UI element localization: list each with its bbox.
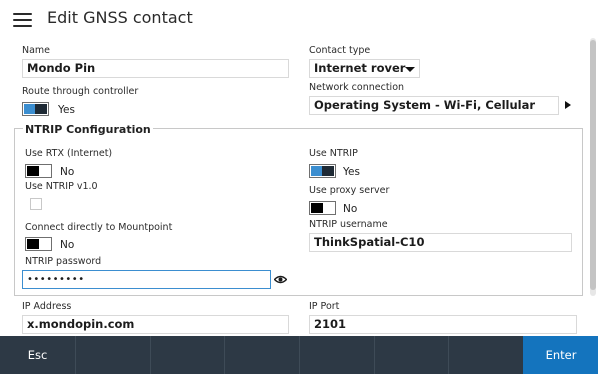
contact-type-value: Internet rover (314, 61, 406, 75)
connect-direct-state: No (60, 239, 75, 251)
enter-button-label: Enter (545, 348, 577, 362)
name-field[interactable]: Mondo Pin (22, 59, 289, 78)
enter-button[interactable]: Enter (523, 336, 598, 374)
ntrip-password-field[interactable]: ••••••••• (22, 270, 271, 289)
ip-address-label: IP Address (22, 301, 72, 312)
use-ntrip-state: Yes (343, 166, 360, 178)
ip-port-label: IP Port (309, 301, 340, 312)
ntrip-username-label: NTRIP username (309, 219, 388, 230)
eye-icon[interactable] (274, 275, 287, 284)
caret-down-icon (405, 67, 415, 72)
scrollbar-track[interactable] (590, 38, 596, 296)
network-connection-label: Network connection (309, 82, 405, 93)
ntrip-username-field[interactable]: ThinkSpatial-C10 (309, 233, 572, 252)
use-rtx-state: No (60, 166, 75, 178)
hamburger-menu-icon[interactable] (13, 13, 32, 27)
contact-type-label: Contact type (309, 45, 371, 56)
esc-button[interactable]: Esc (0, 336, 75, 374)
use-ntrip-toggle[interactable] (309, 164, 336, 178)
scrollbar-thumb[interactable] (590, 40, 596, 290)
esc-button-label: Esc (27, 348, 48, 362)
contact-type-dropdown[interactable]: Internet rover (309, 59, 420, 78)
use-proxy-label: Use proxy server (309, 185, 390, 196)
connect-direct-toggle[interactable] (25, 237, 52, 251)
page-title: Edit GNSS contact (47, 8, 193, 27)
use-proxy-state: No (343, 203, 358, 215)
network-connection-field[interactable]: Operating System - Wi-Fi, Cellular (309, 96, 559, 115)
softkey-5[interactable] (299, 336, 374, 374)
use-rtx-label: Use RTX (Internet) (25, 148, 113, 159)
softkey-7[interactable] (448, 336, 523, 374)
use-proxy-toggle[interactable] (309, 201, 336, 215)
use-ntrip-v1-checkbox[interactable] (30, 198, 42, 210)
ntrip-configuration-title: NTRIP Configuration (23, 123, 153, 136)
use-rtx-toggle[interactable] (25, 164, 52, 178)
softkey-bar: Esc Enter (0, 336, 598, 374)
softkey-6[interactable] (374, 336, 448, 374)
route-through-controller-toggle[interactable] (22, 102, 49, 116)
route-through-controller-state: Yes (58, 104, 75, 116)
ip-address-field[interactable]: x.mondopin.com (22, 315, 289, 334)
connect-direct-label: Connect directly to Mountpoint (25, 222, 173, 233)
header-bar: Edit GNSS contact (0, 0, 598, 38)
softkey-4[interactable] (224, 336, 299, 374)
arrow-right-icon[interactable] (561, 97, 575, 114)
use-ntrip-v1-label: Use NTRIP v1.0 (25, 181, 98, 192)
softkey-3[interactable] (150, 336, 224, 374)
softkey-2[interactable] (75, 336, 150, 374)
use-ntrip-label: Use NTRIP (309, 148, 358, 159)
ip-port-field[interactable]: 2101 (309, 315, 577, 334)
ntrip-password-label: NTRIP password (25, 256, 102, 267)
name-label: Name (22, 45, 51, 56)
route-through-controller-label: Route through controller (22, 86, 139, 97)
